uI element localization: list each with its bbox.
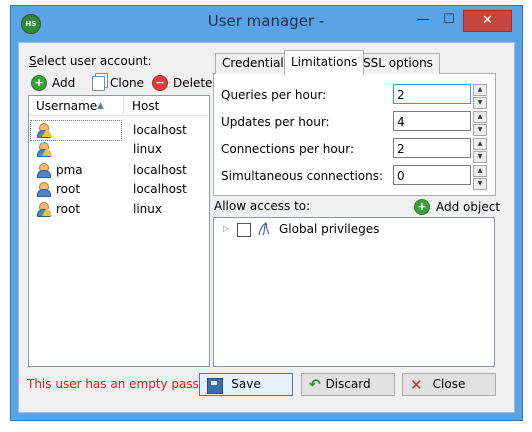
add-object-button[interactable]: + Add object (414, 199, 500, 215)
clone-user-label: Clone (110, 76, 145, 90)
user-row-host: linux (133, 142, 162, 156)
user-row-host: localhost (133, 163, 187, 177)
add-user-label: Add (52, 76, 76, 90)
tab-limitations[interactable]: Limitations (284, 50, 365, 75)
spin-down-icon[interactable]: ▼ (473, 97, 487, 109)
privileges-tree[interactable] (213, 217, 495, 367)
global-privileges-label: Global privileges (279, 222, 380, 236)
user-row[interactable]: root localhost (30, 179, 207, 199)
allow-access-label: Allow access to: (214, 199, 311, 213)
save-button-label: Save (231, 377, 261, 391)
spin-up-icon[interactable]: ▲ (473, 138, 487, 150)
column-header-username[interactable]: Username (29, 96, 124, 116)
user-row-host: localhost (133, 182, 187, 196)
select-label-rest: elect user account: (36, 54, 152, 68)
user-row-host: localhost (133, 123, 187, 137)
queries-per-hour-spinner[interactable]: ▲ ▼ (473, 84, 487, 109)
user-icon (36, 163, 51, 178)
maximize-button[interactable]: ☐ (436, 10, 462, 30)
add-object-label: Add object (436, 200, 501, 214)
user-row[interactable]: root linux (30, 199, 207, 219)
spin-up-icon[interactable]: ▲ (473, 111, 487, 123)
delete-user-button[interactable]: − Delete (152, 74, 212, 92)
user-warning-icon (36, 123, 52, 138)
user-row[interactable]: pma localhost (30, 160, 207, 180)
column-header-host[interactable]: Host (125, 96, 207, 116)
user-row-username: root (56, 182, 81, 196)
delete-user-label: Delete (173, 76, 213, 90)
spin-up-icon[interactable]: ▲ (473, 165, 487, 177)
queries-per-hour-label: Queries per hour: (221, 88, 327, 102)
updates-per-hour-label: Updates per hour: (221, 115, 330, 129)
connections-per-hour-input[interactable]: 2 (393, 138, 471, 158)
add-icon: + (31, 75, 47, 91)
spin-down-icon[interactable]: ▼ (473, 178, 487, 190)
user-row[interactable]: linux (30, 139, 207, 159)
user-warning-icon (36, 202, 52, 217)
select-label-accel: S (29, 54, 37, 68)
add-icon: + (414, 199, 430, 215)
queries-per-hour-input[interactable]: 2 (393, 84, 471, 104)
user-icon (36, 182, 51, 197)
add-user-button[interactable]: + Add (31, 74, 75, 92)
spin-down-icon[interactable]: ▼ (473, 151, 487, 163)
user-row-host: linux (133, 202, 162, 216)
save-button[interactable]: Save (199, 373, 293, 396)
expand-arrow-icon[interactable]: ▷ (223, 224, 229, 233)
simultaneous-connections-label: Simultaneous connections: (221, 169, 384, 183)
simultaneous-connections-spinner[interactable]: ▲ ▼ (473, 165, 487, 190)
connections-per-hour-spinner[interactable]: ▲ ▼ (473, 138, 487, 163)
user-row-username: pma (56, 163, 83, 177)
delete-icon: − (152, 75, 168, 91)
user-row-username: root (56, 202, 81, 216)
clone-icon (92, 75, 105, 91)
clone-user-button[interactable]: Clone (92, 74, 144, 92)
sort-ascending-icon: ▲ (97, 101, 104, 111)
global-privileges-checkbox[interactable] (237, 223, 251, 237)
minimize-button[interactable]: — (410, 10, 436, 30)
close-button[interactable]: ✕ Close (402, 373, 496, 396)
tab-ssl-options[interactable]: SSL options (356, 53, 440, 74)
select-user-account-label: Select user account: (29, 54, 152, 68)
spin-down-icon[interactable]: ▼ (473, 124, 487, 136)
simultaneous-connections-input[interactable]: 0 (393, 165, 471, 185)
close-window-button[interactable]: ✕ (463, 10, 512, 32)
user-warning-icon (36, 142, 52, 157)
connections-per-hour-label: Connections per hour: (221, 142, 355, 156)
discard-button[interactable]: ↶ Discard (301, 373, 395, 396)
close-button-label: Close (432, 377, 466, 391)
updates-per-hour-input[interactable]: 4 (393, 111, 471, 131)
updates-per-hour-spinner[interactable]: ▲ ▼ (473, 111, 487, 136)
discard-button-label: Discard (325, 377, 371, 391)
spin-up-icon[interactable]: ▲ (473, 84, 487, 96)
dolphin-icon (257, 221, 271, 237)
user-row[interactable]: localhost (30, 120, 207, 141)
